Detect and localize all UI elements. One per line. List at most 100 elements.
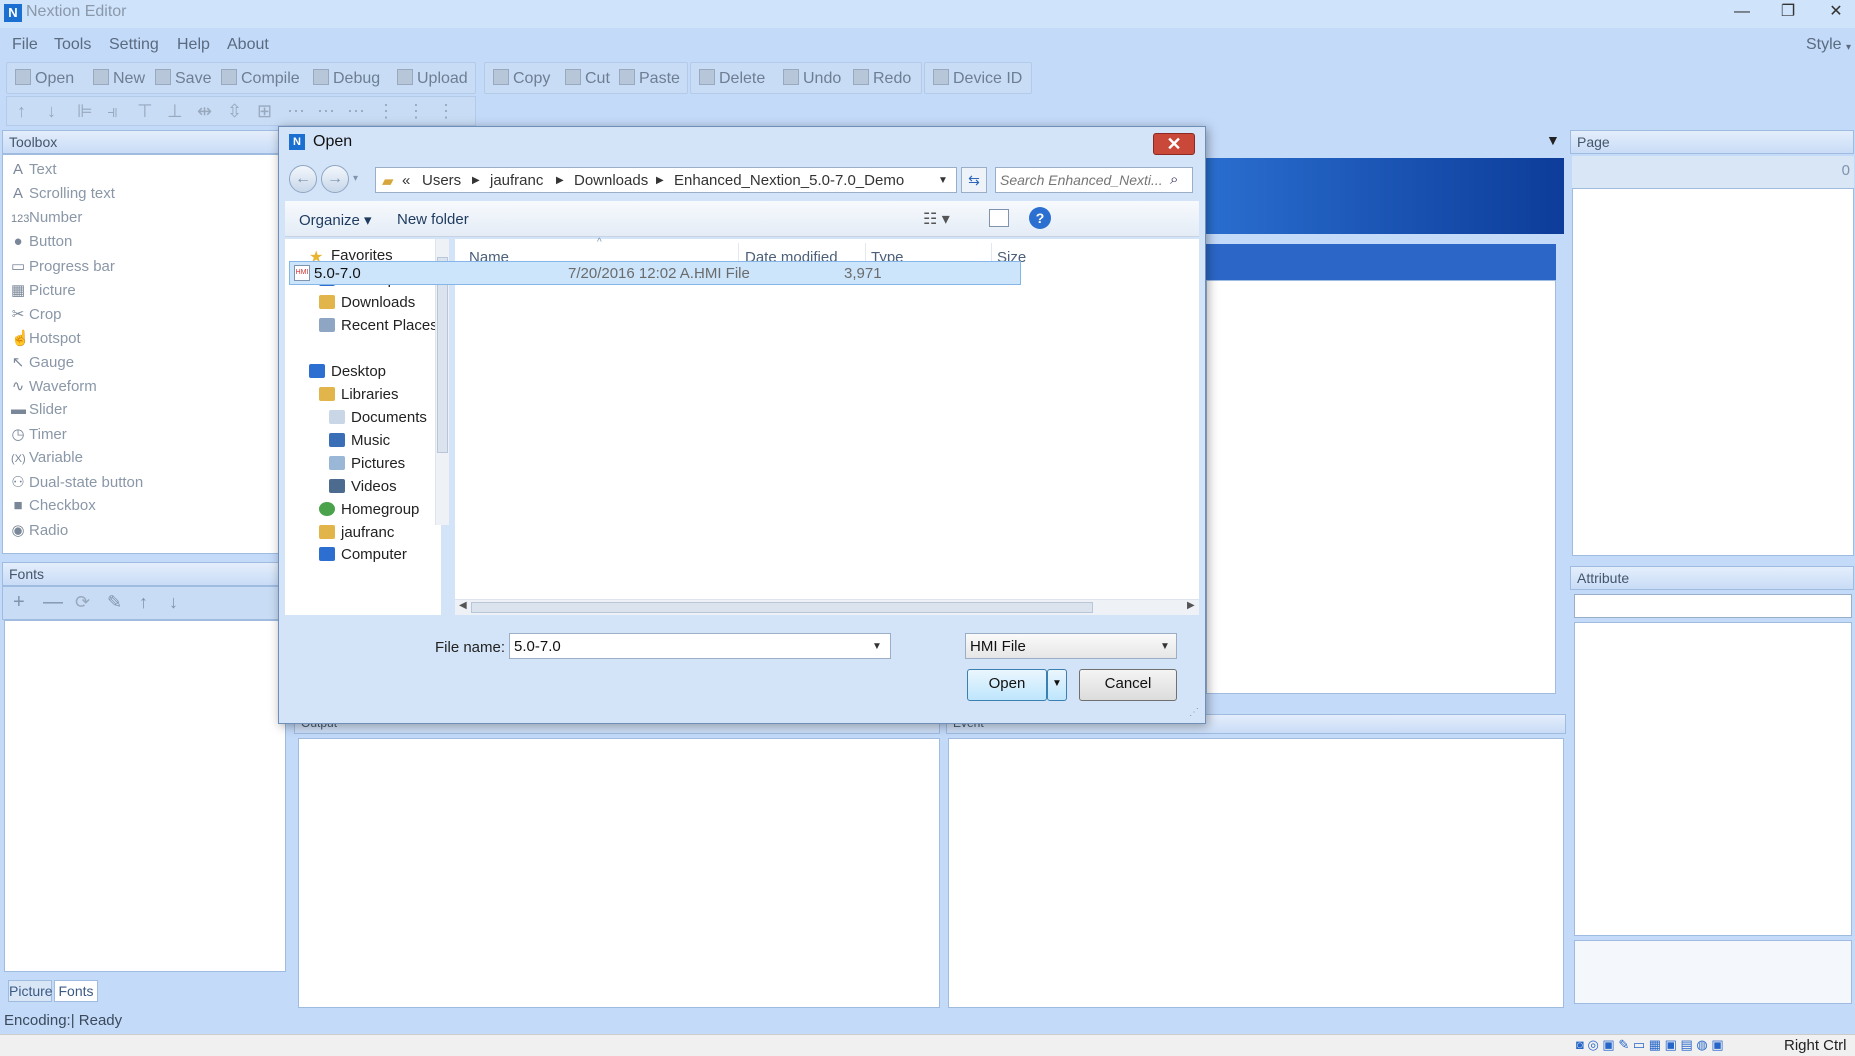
align-top-icon[interactable]: ⊤ [137, 101, 153, 122]
breadcrumb-downloads[interactable]: Downloads [574, 172, 648, 189]
tab-fonts[interactable]: Fonts [54, 980, 98, 1002]
move-up-font-icon[interactable]: ↑ [139, 592, 148, 613]
toolbox-item[interactable]: (X) Variable [11, 449, 83, 466]
edit-font-icon[interactable]: ✎ [107, 592, 122, 613]
toolbox-item[interactable]: ✂ Crop [11, 305, 62, 323]
align-bottom-icon[interactable]: ⊥ [167, 101, 183, 122]
canvas-dropdown-icon[interactable]: ▼ [1546, 132, 1560, 148]
minimize-button[interactable]: — [1722, 0, 1762, 26]
filetype-select[interactable]: HMI File ▼ [965, 633, 1177, 659]
space-more-icon[interactable]: ⋯ [317, 101, 335, 122]
resize-grip-icon[interactable]: ⋰ [1189, 707, 1199, 718]
address-dropdown-icon[interactable]: ▼ [938, 175, 948, 186]
open-dialog-button[interactable]: Open [967, 669, 1047, 701]
space-vertical-more-icon[interactable]: ⋮ [407, 101, 425, 122]
new-folder-button[interactable]: New folder [397, 211, 469, 228]
output-panel[interactable] [298, 738, 940, 1008]
nav-pictures[interactable]: Pictures [329, 455, 405, 472]
save-button[interactable]: Save [155, 69, 211, 88]
organize-button[interactable]: Organize ▾ [299, 211, 372, 229]
nav-homegroup[interactable]: Homegroup [319, 501, 419, 518]
recent-locations-icon[interactable]: ▾ [353, 173, 358, 184]
scroll-left-icon[interactable]: ◀ [459, 600, 467, 611]
cancel-button[interactable]: Cancel [1079, 669, 1177, 701]
close-window-button[interactable]: ✕ [1816, 0, 1855, 26]
arrow-up-icon[interactable]: ↑ [17, 101, 26, 122]
file-hscrollbar[interactable]: ◀ ▶ [455, 599, 1199, 615]
open-button[interactable]: Open [15, 69, 74, 88]
remove-font-icon[interactable]: — [43, 591, 63, 614]
nav-downloads[interactable]: Downloads [319, 294, 415, 311]
space-vertical-icon[interactable]: ⋮ [377, 101, 395, 122]
undo-button[interactable]: Undo [783, 69, 841, 88]
device-id-button[interactable]: Device ID [933, 69, 1022, 88]
filename-field[interactable]: 5.0-7.0 ▼ [509, 633, 891, 659]
scroll-right-icon[interactable]: ▶ [1187, 600, 1195, 611]
canvas-area[interactable] [1206, 280, 1556, 694]
space-vertical-less-icon[interactable]: ⋮ [437, 101, 455, 122]
cut-button[interactable]: Cut [565, 69, 610, 88]
toolbox-item[interactable]: ◉ Radio [11, 521, 68, 539]
toolbox-item[interactable]: ∿ Waveform [11, 377, 97, 395]
attribute-select[interactable] [1574, 594, 1852, 618]
add-font-icon[interactable]: + [13, 591, 25, 614]
copy-button[interactable]: Copy [493, 69, 550, 88]
breadcrumb-demo-folder[interactable]: Enhanced_Nextion_5.0-7.0_Demo [674, 172, 904, 189]
toolbox-item[interactable]: ↖ Gauge [11, 353, 74, 371]
center-vertical-icon[interactable]: ⇳ [227, 101, 242, 122]
nav-music[interactable]: Music [329, 432, 390, 449]
paste-button[interactable]: Paste [619, 69, 680, 88]
nav-scroll-thumb[interactable] [437, 257, 448, 453]
menu-file[interactable]: File [12, 36, 38, 54]
toolbox-item[interactable]: ☝Hotspot [11, 329, 81, 347]
file-row[interactable]: HMI 5.0-7.0 7/20/2016 12:02 A... HMI Fil… [289, 261, 1021, 285]
nav-desktop-root[interactable]: Desktop [309, 363, 386, 380]
search-box[interactable]: ⌕ [995, 167, 1193, 193]
toolbox-item[interactable]: 123Number [11, 209, 82, 226]
menu-tools[interactable]: Tools [54, 36, 91, 54]
breadcrumb-users[interactable]: Users [422, 172, 461, 189]
toolbox-item[interactable]: ● Button [11, 233, 72, 250]
space-horizontal-icon[interactable]: ⋯ [287, 101, 305, 122]
forward-button[interactable]: → [321, 165, 349, 193]
menu-help[interactable]: Help [177, 36, 210, 54]
arrow-down-icon[interactable]: ↓ [47, 101, 56, 122]
help-icon[interactable]: ? [1029, 207, 1051, 229]
move-down-font-icon[interactable]: ↓ [169, 592, 178, 613]
menu-setting[interactable]: Setting [109, 36, 159, 54]
tab-picture[interactable]: Picture [8, 980, 53, 1002]
attribute-grid[interactable] [1574, 622, 1852, 936]
page-list[interactable] [1572, 188, 1854, 556]
restore-button[interactable]: ❐ [1768, 0, 1808, 26]
same-size-icon[interactable]: ⊞ [257, 101, 272, 122]
breadcrumb-jaufranc[interactable]: jaufranc [490, 172, 543, 189]
toolbox-item[interactable]: ▭ Progress bar [11, 257, 115, 275]
back-button[interactable]: ← [289, 165, 317, 193]
breadcrumb-overflow[interactable]: « [402, 172, 410, 189]
search-input[interactable] [1000, 171, 1164, 189]
nav-libraries[interactable]: Libraries [319, 386, 399, 403]
address-bar[interactable]: ▰ « Users ▶ jaufranc ▶ Downloads ▶ Enhan… [375, 167, 957, 193]
compile-button[interactable]: Compile [221, 69, 300, 88]
space-less-icon[interactable]: ⋯ [347, 101, 365, 122]
redo-button[interactable]: Redo [853, 69, 911, 88]
new-button[interactable]: New [93, 69, 145, 88]
menu-about[interactable]: About [227, 36, 269, 54]
toolbox-item[interactable]: ■ Checkbox [11, 497, 95, 514]
center-horizontal-icon[interactable]: ⇹ [197, 101, 212, 122]
toolbox-item[interactable]: A Text [11, 161, 57, 178]
toolbox-item[interactable]: ▬ Slider [11, 401, 67, 418]
delete-button[interactable]: Delete [699, 69, 765, 88]
nav-user[interactable]: jaufranc [319, 524, 394, 541]
refresh-font-icon[interactable]: ⟳ [75, 592, 90, 613]
nav-recent-places[interactable]: Recent Places [319, 317, 438, 334]
filename-dropdown-icon[interactable]: ▼ [872, 641, 882, 652]
menu-style[interactable]: Style [1806, 36, 1842, 54]
align-right-icon[interactable]: ⫣ [107, 101, 118, 122]
toolbox-item[interactable]: ⚇ Dual-state button [11, 473, 143, 491]
debug-button[interactable]: Debug [313, 69, 380, 88]
preview-pane-icon[interactable] [989, 209, 1009, 227]
event-panel[interactable] [948, 738, 1564, 1008]
nav-documents[interactable]: Documents [329, 409, 427, 426]
refresh-icon[interactable]: ⇆ [961, 167, 987, 193]
